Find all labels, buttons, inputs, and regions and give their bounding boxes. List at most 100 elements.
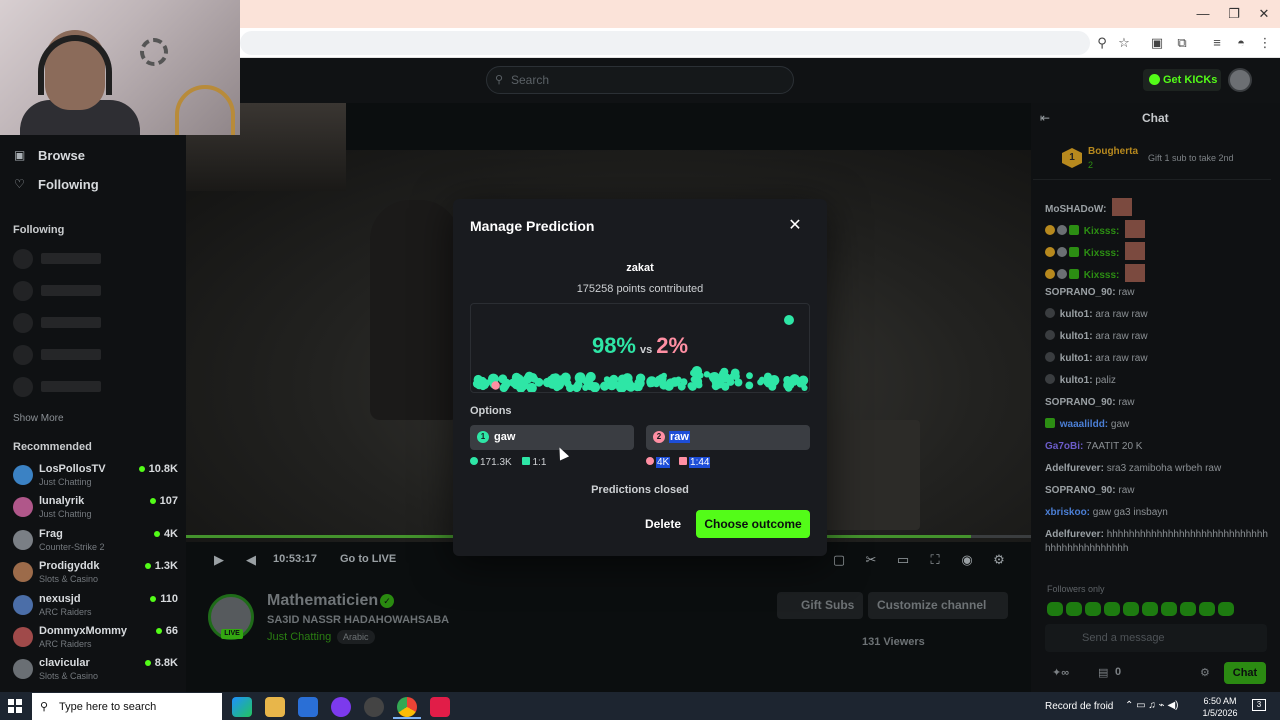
show-more-link[interactable]: Show More [13,413,64,424]
channel-avatar [13,659,33,680]
store-icon[interactable] [298,697,318,717]
gift-subs-button[interactable]: Gift Subs [777,592,863,619]
recommended-channel[interactable]: DommyxMommy ARC Raiders 66 [13,625,178,655]
sidebar-item-browse[interactable]: Browse [38,148,85,163]
stream-tag[interactable]: Arabic [337,630,375,644]
extensions-icon[interactable]: ⧉ [1172,33,1192,53]
chat-username[interactable]: kulto1: [1060,353,1093,364]
recommended-channel[interactable]: Frag Counter-Strike 2 4K [13,528,178,558]
following-item[interactable] [13,249,178,271]
percentage-row: 98% vs 2% [470,333,810,359]
bubble [759,376,765,383]
volume-icon[interactable]: ◀ [242,551,260,569]
restore-button[interactable]: ❐ [1219,4,1249,24]
close-window-button[interactable]: ✕ [1249,4,1279,24]
fullscreen-icon[interactable]: ⛶ [926,551,944,569]
notification-icon[interactable]: 3 [1252,699,1266,711]
system-tray-icons[interactable]: ⌃ ▭ ♫ ⌁ ◀) [1125,700,1178,711]
bookmark-star-icon[interactable]: ☆ [1114,33,1134,53]
chat-username[interactable]: Adelfurever: [1045,529,1104,540]
emote-bar[interactable] [1047,602,1237,619]
pip-icon[interactable]: ▢ [830,551,848,569]
channel-avatar [13,497,33,518]
go-to-live-button[interactable]: Go to LIVE [340,553,396,565]
taskbar-clock[interactable]: 6:50 AM 1/5/2026 [1196,695,1244,719]
bubble [784,384,793,392]
chat-username[interactable]: kulto1: [1060,375,1093,386]
clip-icon[interactable]: ✂ [862,551,880,569]
app-icon[interactable] [364,697,384,717]
chat-username[interactable]: Kixsss: [1084,270,1120,281]
minimize-button[interactable]: — [1188,4,1218,24]
chat-settings-icon[interactable]: ⚙ [1200,666,1210,679]
extension-badge-icon[interactable]: ▣ [1147,33,1167,53]
customize-channel-button[interactable]: Customize channel [868,592,1008,619]
following-item[interactable] [13,281,178,303]
choose-outcome-button[interactable]: Choose outcome [696,510,810,538]
bubble [721,382,730,391]
zoom-icon[interactable]: ⚲ [1092,33,1112,53]
theater-icon[interactable]: ▭ [894,551,912,569]
delete-button[interactable]: Delete [638,510,688,538]
top-gifter-name[interactable]: Bougherta [1088,146,1138,157]
option-raw[interactable]: 2 raw [646,425,810,450]
recommended-channel[interactable]: nexusjd ARC Raiders 110 [13,593,178,623]
viewer-count: 131 Viewers [862,636,925,648]
channel-name[interactable]: Mathematicien [267,592,378,610]
chrome-icon[interactable] [397,697,417,717]
app-icon[interactable] [430,697,450,717]
chat-username[interactable]: xbriskoo: [1045,507,1090,518]
chat-username[interactable]: Kixsss: [1084,226,1120,237]
copilot-icon[interactable] [232,697,252,717]
following-item[interactable] [13,345,178,367]
settings-gear-icon[interactable]: ⚙ [990,551,1008,569]
chat-username[interactable]: SOPRANO_90: [1045,287,1116,298]
media-icon[interactable]: ≡ [1207,33,1227,53]
stream-category[interactable]: Just Chatting [267,631,331,643]
gift-prompt[interactable]: Gift 1 sub to take 2nd [1148,153,1234,163]
windows-start-icon[interactable] [8,699,22,713]
channel-name: lunalyrik [39,495,85,508]
chat-message: Kixsss: [1045,242,1270,261]
badge-icon [1069,247,1079,257]
chat-username[interactable]: kulto1: [1060,331,1093,342]
play-icon[interactable]: ▶ [210,551,228,569]
chat-username[interactable]: SOPRANO_90: [1045,397,1116,408]
search-icon: ⚲ [40,701,49,713]
recommended-channel[interactable]: LosPollosTV Just Chatting 10.8K [13,463,178,493]
following-item[interactable] [13,377,178,399]
user-avatar[interactable] [1228,68,1252,92]
url-field[interactable] [240,31,1090,55]
menu-icon[interactable]: ⋮ [1255,33,1275,53]
following-item[interactable] [13,313,178,335]
chat-message: xbriskoo: gaw ga3 insbayn [1045,506,1270,520]
chat-username[interactable]: Kixsss: [1084,248,1120,259]
chat-username[interactable]: MoSHADoW: [1045,204,1106,215]
send-chat-button[interactable]: Chat [1224,662,1266,684]
chat-username[interactable]: Ga7oBi: [1045,441,1083,452]
bubble [745,381,754,390]
bubble [769,375,780,386]
weather-widget[interactable]: Record de froid [1045,701,1113,712]
points-icon [646,457,654,465]
recommended-channel[interactable]: lunalyrik Just Chatting 107 [13,495,178,525]
points-icon[interactable]: ✦∞ [1052,666,1069,679]
sidebar-item-following[interactable]: Following [38,177,99,192]
speed-icon[interactable]: ◉ [958,551,976,569]
file-explorer-icon[interactable] [265,697,285,717]
bubble [657,374,667,384]
chat-username[interactable]: SOPRANO_90: [1045,485,1116,496]
recommended-channel[interactable]: clavicular Slots & Casino 8.8K [13,657,178,687]
chat-username[interactable]: waaalildd: [1060,419,1108,430]
option-gaw[interactable]: 1 gaw [470,425,634,450]
recommended-channel[interactable]: Prodigyddk Slots & Casino 1.3K [13,560,178,590]
chat-text: paliz [1095,375,1116,386]
close-icon[interactable]: ✕ [786,216,804,236]
app-icon[interactable] [331,697,351,717]
chat-message: SOPRANO_90: raw [1045,286,1270,300]
profile-icon[interactable]: ◓ [1231,33,1251,53]
chat-username[interactable]: Adelfurever: [1045,463,1104,474]
chat-username[interactable]: kulto1: [1060,309,1093,320]
collapse-chat-icon[interactable]: ⇤ [1040,111,1050,125]
option-b-points: 4K [656,457,671,468]
